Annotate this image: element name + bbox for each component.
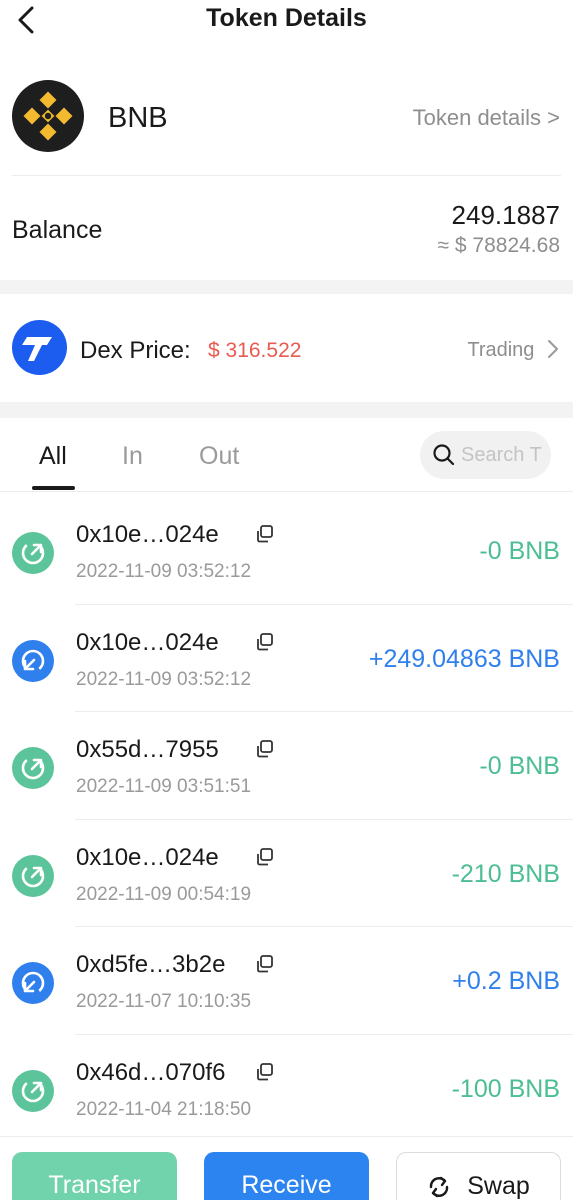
token-header: BNB Token details > (0, 76, 573, 166)
active-tab-indicator (32, 486, 75, 490)
arrow-up-right-circle-icon (12, 854, 54, 897)
tab-in[interactable]: In (122, 442, 143, 471)
transaction-row[interactable]: 0x10e…024e 2022-11-09 03:52:12 -0 BNB (0, 497, 573, 605)
tx-hash: 0xd5fe…3b2e (76, 951, 226, 979)
tx-amount: +249.04863 BNB (368, 644, 560, 673)
divider (0, 491, 573, 492)
copy-icon[interactable] (255, 739, 275, 759)
dex-price-value: $ 316.522 (208, 339, 302, 362)
tx-amount: +0.2 BNB (452, 967, 560, 996)
tx-timestamp: 2022-11-09 03:51:51 (76, 776, 252, 798)
tx-filter-tabs: All In Out (0, 418, 573, 492)
search-input[interactable] (461, 441, 551, 469)
balance-section: Balance 249.1887 ≈ $ 78824.68 (0, 176, 573, 280)
copy-icon[interactable] (255, 632, 275, 652)
dex-price-label: Dex Price: (80, 337, 191, 364)
copy-icon[interactable] (255, 1062, 275, 1082)
balance-fiat-value: ≈ $ 78824.68 (437, 234, 560, 257)
swap-icon (429, 1176, 449, 1198)
transfer-button[interactable]: Transfer (12, 1152, 177, 1200)
tx-timestamp: 2022-11-09 00:54:19 (76, 883, 252, 905)
arrow-down-left-circle-icon (12, 962, 54, 1005)
search-box[interactable] (420, 431, 551, 479)
tab-all[interactable]: All (39, 442, 67, 471)
tx-timestamp: 2022-11-09 03:52:12 (76, 561, 252, 582)
section-separator (0, 402, 573, 418)
arrow-up-right-circle-icon (12, 747, 54, 790)
transaction-row[interactable]: 0x46d…070f6 2022-11-04 21:18:50 -100 BNB (0, 1035, 573, 1143)
tx-timestamp: 2022-11-07 10:10:35 (76, 991, 252, 1013)
dex-logo-icon (12, 320, 67, 375)
tx-hash: 0x46d…070f6 (76, 1058, 226, 1086)
tx-timestamp: 2022-11-09 03:52:12 (76, 668, 252, 690)
chevron-right-icon (548, 340, 558, 358)
copy-icon[interactable] (255, 954, 275, 974)
transaction-row[interactable]: 0x10e…024e 2022-11-09 03:52:12 +249.04863 … (0, 605, 573, 713)
receive-button[interactable]: Receive (204, 1152, 369, 1200)
trading-link[interactable]: Trading (467, 339, 560, 362)
token-details-link[interactable]: Token details > (413, 105, 560, 131)
arrow-down-left-circle-icon (12, 639, 54, 682)
section-separator (0, 280, 573, 294)
transaction-row[interactable]: 0x10e…024e 2022-11-09 00:54:19 -210 BNB (0, 820, 573, 928)
tx-hash: 0x55d…7955 (76, 736, 219, 764)
swap-button[interactable]: Swap (396, 1152, 561, 1200)
arrow-up-right-circle-icon (12, 1069, 54, 1112)
balance-amount: 249.1887 (451, 200, 560, 230)
tx-amount: -210 BNB (451, 859, 560, 888)
transaction-row[interactable]: 0x55d…7955 2022-11-09 03:51:51 -0 BNB (0, 712, 573, 820)
tx-timestamp: 2022-11-04 21:18:50 (76, 1098, 252, 1120)
search-icon (433, 444, 455, 466)
transaction-list: 0x10e…024e 2022-11-09 03:52:12 -0 BNB 0x10e… (0, 497, 573, 1143)
tx-hash: 0x10e…024e (76, 628, 219, 656)
tab-out[interactable]: Out (199, 442, 239, 471)
transaction-row[interactable]: 0xd5fe…3b2e 2022-11-07 10:10:35 +0.2 BNB (0, 927, 573, 1035)
tx-hash: 0x10e…024e (76, 521, 219, 548)
bnb-logo-icon (12, 80, 84, 152)
trading-link-label: Trading (467, 339, 535, 361)
tx-amount: -0 BNB (479, 537, 560, 565)
tx-hash: 0x10e…024e (76, 843, 219, 871)
tx-amount: -100 BNB (451, 1074, 560, 1103)
dex-price-row[interactable]: Dex Price: $ 316.522 Trading (0, 294, 573, 402)
page-title: Token Details (206, 4, 367, 32)
copy-icon[interactable] (255, 847, 275, 867)
balance-label: Balance (12, 216, 103, 244)
header: Token Details (0, 0, 573, 42)
arrow-up-right-circle-icon (12, 532, 54, 574)
token-symbol: BNB (108, 102, 168, 134)
copy-icon[interactable] (255, 524, 275, 544)
action-bar: Transfer Receive Swap (0, 1136, 573, 1200)
tx-amount: -0 BNB (479, 752, 560, 781)
